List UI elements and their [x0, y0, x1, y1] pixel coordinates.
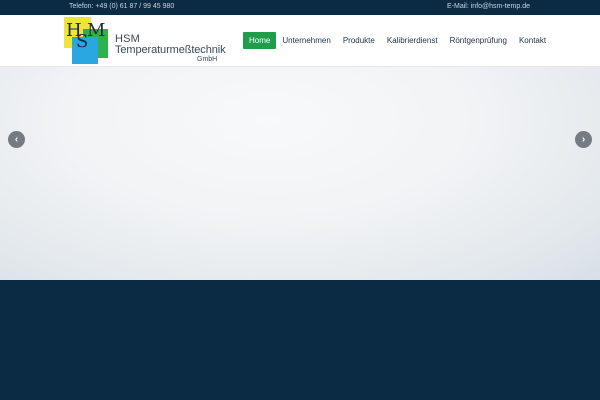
email-link[interactable]: E-Mail: info@hsm-temp.de [447, 3, 530, 10]
phone-text: Telefon: +49 (0) 61 87 / 99 45 980 [69, 3, 175, 10]
logo-name-line3: GmbH [197, 56, 218, 63]
site-header: H S M HSM Temperaturmeßtechnik GmbH Home… [0, 15, 600, 67]
chevron-left-icon[interactable]: ‹ [8, 131, 25, 148]
company-logo[interactable]: H S M HSM Temperaturmeßtechnik GmbH [63, 17, 233, 65]
nav-item-roentgenpruefung[interactable]: Röntgenprüfung [444, 32, 513, 49]
nav-item-produkte[interactable]: Produkte [337, 32, 381, 49]
main-nav: Home Unternehmen Produkte Kalibrierdiens… [243, 32, 552, 49]
nav-item-home[interactable]: Home [243, 32, 277, 49]
content-band [0, 280, 600, 400]
nav-item-kontakt[interactable]: Kontakt [513, 32, 552, 49]
logo-monogram-m: M [87, 20, 106, 41]
nav-item-unternehmen[interactable]: Unternehmen [276, 32, 336, 49]
nav-item-kalibrierdienst[interactable]: Kalibrierdienst [381, 32, 444, 49]
chevron-right-icon[interactable]: › [575, 131, 592, 148]
hero-slider: ‹ › [0, 67, 600, 280]
top-contact-bar: Telefon: +49 (0) 61 87 / 99 45 980 E-Mai… [0, 0, 600, 15]
logo-monogram: H S M [63, 21, 111, 63]
logo-name-line2: Temperaturmeßtechnik [115, 44, 226, 56]
